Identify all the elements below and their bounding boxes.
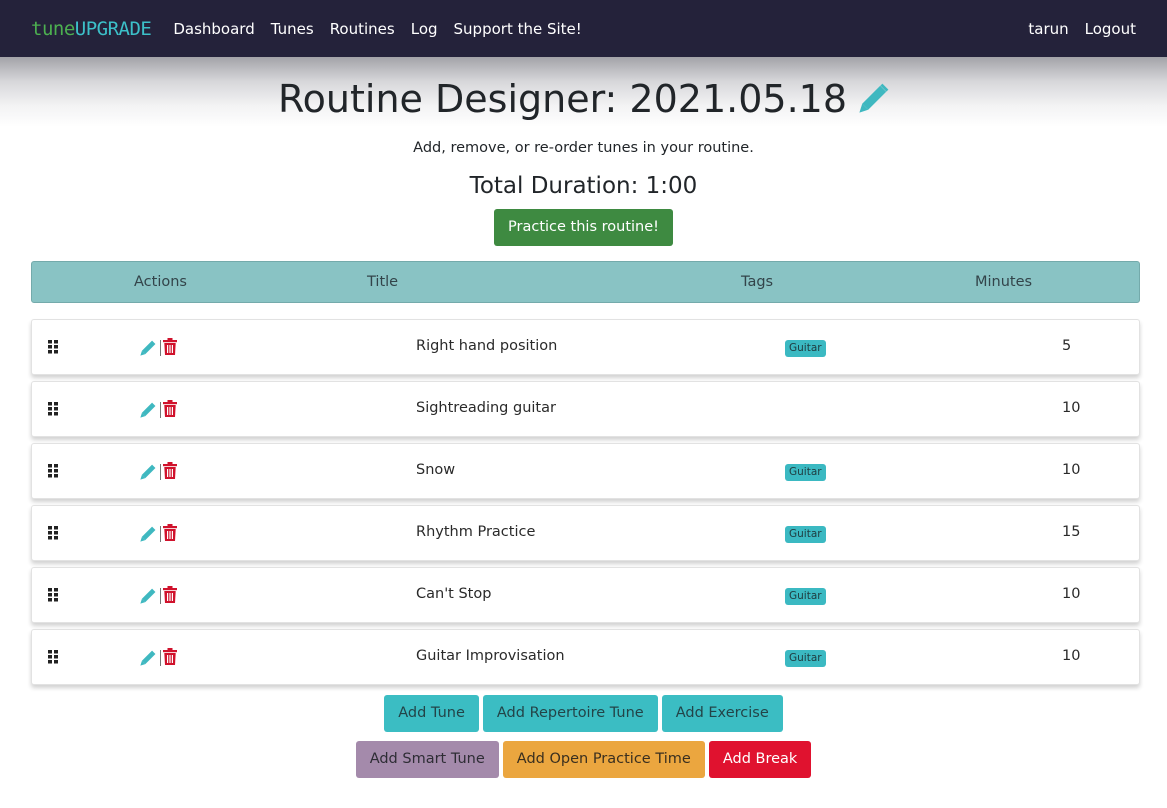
nav-dashboard[interactable]: Dashboard: [173, 20, 254, 38]
logo-upgrade: UPGRADE: [74, 17, 152, 40]
pencil-icon[interactable]: [139, 649, 157, 671]
pencil-icon[interactable]: [139, 463, 157, 485]
drag-handle-icon[interactable]: [48, 650, 59, 668]
drag-handle-icon[interactable]: [48, 526, 59, 544]
add-tune-button[interactable]: Add Tune: [384, 695, 479, 732]
row-title: Sightreading guitar: [416, 400, 556, 416]
logo-tune: tune: [31, 17, 75, 40]
pencil-icon[interactable]: [857, 83, 889, 115]
nav-log[interactable]: Log: [411, 20, 438, 38]
pencil-icon[interactable]: [139, 587, 157, 609]
nav-support[interactable]: Support the Site!: [454, 20, 582, 38]
table-row[interactable]: Snow Guitar 10: [31, 443, 1140, 499]
trash-icon[interactable]: [163, 338, 177, 359]
row-title: Right hand position: [416, 338, 558, 354]
table-row[interactable]: Right hand position Guitar 5: [31, 319, 1140, 375]
drag-handle-icon[interactable]: [48, 464, 59, 482]
row-minutes: 10: [1062, 648, 1081, 664]
nav-user[interactable]: tarun: [1028, 20, 1068, 38]
table-row[interactable]: Sightreading guitar 10: [31, 381, 1140, 437]
tag-badge: Guitar: [785, 526, 826, 543]
trash-icon[interactable]: [163, 462, 177, 483]
add-buttons-row-1: Add Tune Add Repertoire Tune Add Exercis…: [0, 695, 1167, 732]
add-break-button[interactable]: Add Break: [708, 741, 812, 778]
logo[interactable]: tune UPGRADE: [31, 17, 152, 40]
row-minutes: 10: [1062, 586, 1081, 602]
action-separator: [160, 526, 161, 542]
trash-icon[interactable]: [163, 586, 177, 607]
tag-badge: Guitar: [785, 340, 826, 357]
row-title: Guitar Improvisation: [416, 648, 565, 664]
add-buttons-row-2: Add Smart Tune Add Open Practice Time Ad…: [0, 741, 1167, 778]
row-minutes: 10: [1062, 400, 1081, 416]
action-separator: [160, 464, 161, 480]
drag-handle-icon[interactable]: [48, 588, 59, 606]
header-tags: Tags: [741, 274, 774, 290]
tag-badge: Guitar: [785, 588, 826, 605]
trash-icon[interactable]: [163, 400, 177, 421]
row-title: Can't Stop: [416, 586, 492, 602]
nav-tunes[interactable]: Tunes: [271, 20, 314, 38]
nav-right: tarun Logout: [1012, 20, 1136, 38]
table-header: Actions Title Tags Minutes: [31, 261, 1140, 303]
page-subtitle: Add, remove, or re-order tunes in your r…: [413, 140, 754, 156]
routine-list: Right hand position Guitar 5 Sightreading g…: [31, 319, 1140, 685]
pencil-icon[interactable]: [139, 525, 157, 547]
action-separator: [160, 650, 161, 666]
practice-routine-button[interactable]: Practice this routine!: [494, 209, 673, 246]
row-minutes: 5: [1062, 338, 1072, 354]
add-smart-tune-button[interactable]: Add Smart Tune: [355, 741, 499, 778]
practice-wrap: Practice this routine!: [0, 209, 1167, 246]
header-title: Title: [367, 274, 399, 290]
tag-badge: Guitar: [785, 650, 826, 667]
add-open-practice-time-button[interactable]: Add Open Practice Time: [502, 741, 705, 778]
add-exercise-button[interactable]: Add Exercise: [661, 695, 783, 732]
drag-handle-icon[interactable]: [48, 402, 59, 420]
action-separator: [160, 588, 161, 604]
nav-logout[interactable]: Logout: [1085, 20, 1136, 38]
total-duration: Total Duration: 1:00: [469, 173, 698, 199]
page-title-text: Routine Designer: 2021.05.18: [277, 77, 848, 121]
main-content: Routine Designer: 2021.05.18 Add, remove…: [0, 74, 1167, 778]
row-title: Rhythm Practice: [416, 524, 536, 540]
tag-badge: Guitar: [785, 464, 826, 481]
trash-icon[interactable]: [163, 648, 177, 669]
navbar: tune UPGRADE Dashboard Tunes Routines Log…: [0, 0, 1167, 57]
row-minutes: 15: [1062, 524, 1081, 540]
pencil-icon[interactable]: [139, 401, 157, 423]
add-repertoire-tune-button[interactable]: Add Repertoire Tune: [482, 695, 658, 732]
action-separator: [160, 340, 161, 356]
table-row[interactable]: Guitar Improvisation Guitar 10: [31, 629, 1140, 685]
nav-routines[interactable]: Routines: [330, 20, 395, 38]
table-row[interactable]: Rhythm Practice Guitar 15: [31, 505, 1140, 561]
page-title: Routine Designer: 2021.05.18: [0, 74, 1167, 124]
row-title: Snow: [416, 462, 456, 478]
trash-icon[interactable]: [163, 524, 177, 545]
pencil-icon[interactable]: [139, 339, 157, 361]
drag-handle-icon[interactable]: [48, 340, 59, 358]
header-actions: Actions: [134, 274, 187, 290]
header-minutes: Minutes: [975, 274, 1033, 290]
action-separator: [160, 402, 161, 418]
table-row[interactable]: Can't Stop Guitar 10: [31, 567, 1140, 623]
row-minutes: 10: [1062, 462, 1081, 478]
